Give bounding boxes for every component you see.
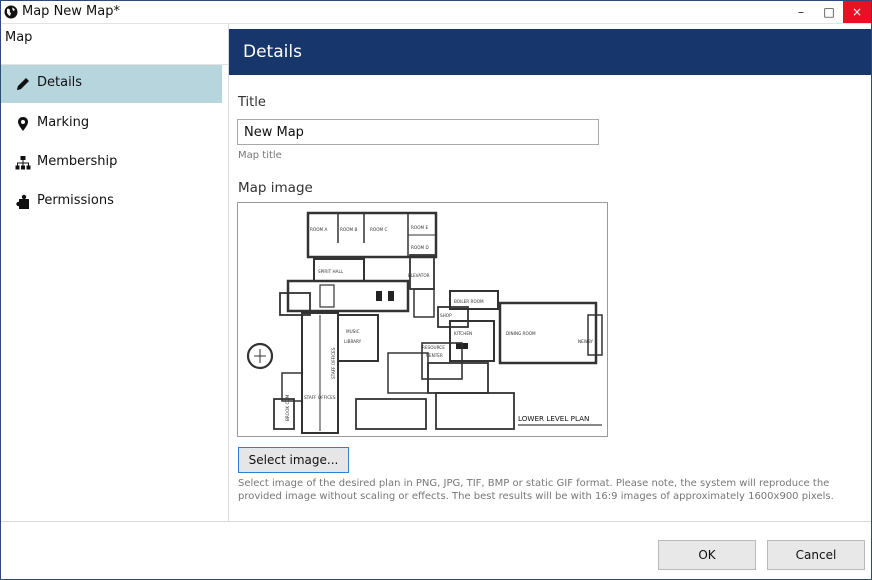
sidebar: Map Details Marking Membership Permissio… [1,24,229,521]
floorplan-label: STAFF OFFICES [331,347,336,379]
window-title: Map New Map* [22,4,120,19]
select-image-button[interactable]: Select image... [238,447,349,473]
floorplan-caption: LOWER LEVEL PLAN [518,414,589,423]
floorplan-label: STAFF OFFICES [304,395,336,400]
map-image-preview: ROOM A ROOM B ROOM C ROOM E ROOM D SPIRI… [237,202,608,437]
close-button[interactable]: × [843,1,871,23]
floorplan-label: ROOM E [411,225,428,230]
floorplan-label: ROOM A [310,227,327,232]
cancel-button[interactable]: Cancel [767,540,865,570]
floorplan-label: BROOK COM [285,394,290,421]
floorplan-label: NEWBY [578,339,594,344]
sidebar-item-label: Details [37,75,83,90]
page-title: Details [243,42,302,62]
floorplan-label: ELEVATOR [408,273,430,278]
select-image-hint: Select image of the desired plan in PNG,… [238,478,834,502]
floorplan-label: ROOM C [370,227,387,232]
floorplan-label: BOILER ROOM [454,299,484,304]
floorplan-label: CENTER [426,353,443,358]
sidebar-item-details[interactable]: Details [1,65,222,103]
dialog-footer: OK Cancel [1,521,871,579]
sitemap-icon [15,156,31,170]
sidebar-item-permissions[interactable]: Permissions [1,183,222,221]
maximize-button[interactable]: □ [815,1,843,23]
sidebar-root-label: Map [5,30,33,45]
sidebar-root[interactable]: Map [1,24,228,65]
floorplan-label: RESOURCE [422,345,445,350]
floorplan-label: MUSIC [346,329,360,334]
title-hint: Map title [238,150,282,161]
floorplan-label: ROOM B [340,227,357,232]
title-label: Title [238,95,266,110]
pencil-icon [17,78,29,90]
globe-icon [4,5,18,19]
map-image-label: Map image [238,180,313,196]
ok-button[interactable]: OK [658,540,756,570]
sidebar-item-label: Membership [37,154,118,169]
floorplan-label: LIBRARY [344,339,362,344]
map-dialog-window: Map New Map* – □ × Map Details Marking M… [0,0,872,580]
title-input[interactable] [237,119,599,145]
floorplan-label: SHOP [440,313,452,318]
puzzle-icon [16,194,29,209]
floorplan-label: SPIRIT HALL [318,269,344,274]
details-header: Details [229,29,871,75]
map-marker-icon [18,117,28,131]
floorplan-label: KITCHEN [454,331,472,336]
floorplan-label: DINING ROOM [506,331,536,336]
sidebar-item-label: Marking [37,115,90,130]
title-bar: Map New Map* – □ × [1,1,871,24]
sidebar-item-label: Permissions [37,193,114,208]
minimize-button[interactable]: – [787,1,815,23]
floor-plan-image: ROOM A ROOM B ROOM C ROOM E ROOM D SPIRI… [246,211,603,434]
details-panel: Title Map title Map image [229,75,871,521]
sidebar-item-marking[interactable]: Marking [1,105,222,143]
floorplan-label: ROOM D [411,245,429,250]
sidebar-item-membership[interactable]: Membership [1,144,222,182]
